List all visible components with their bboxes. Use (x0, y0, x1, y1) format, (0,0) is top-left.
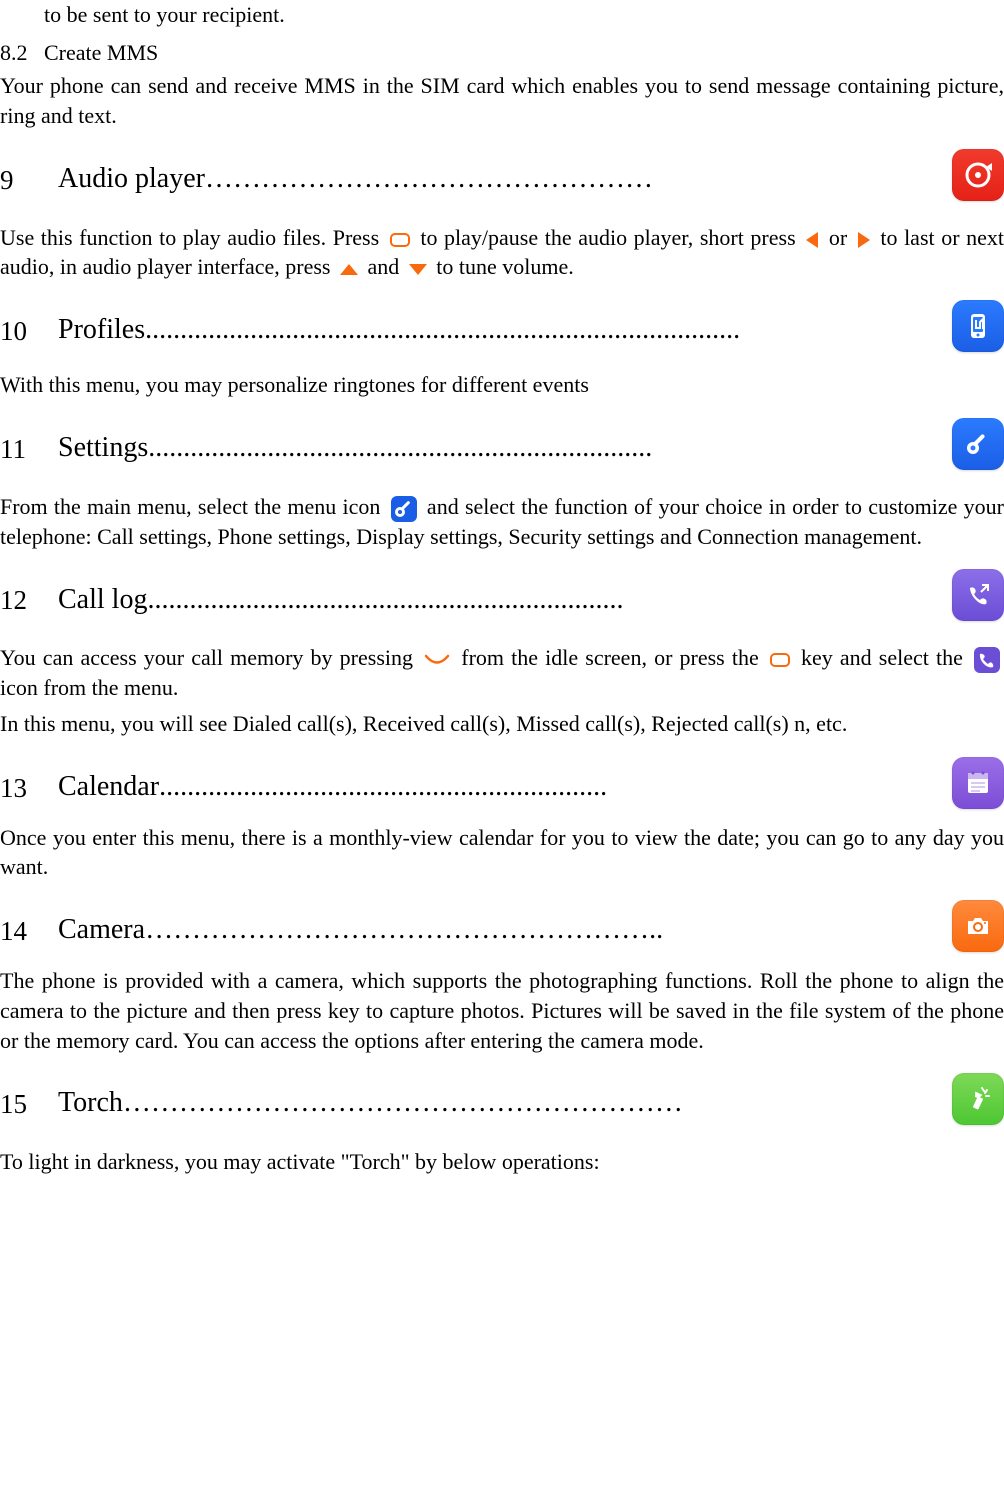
section-15-heading: 15 Torch …………………………………………………… (0, 1073, 1004, 1125)
section-title: Calendar (58, 768, 159, 806)
subsection-number: 8.2 (0, 38, 44, 68)
leader-dots: ........................................… (159, 768, 938, 806)
section-13-heading: 13 Calendar ............................… (0, 757, 1004, 809)
leader-dots: ………………………………………… (205, 160, 938, 198)
section-number: 9 (0, 152, 58, 198)
audio-player-icon (952, 149, 1004, 201)
leader-dots: ........................................… (145, 311, 938, 349)
section-title: Torch (58, 1084, 123, 1122)
continuation-text: to be sent to your recipient. (0, 0, 1004, 30)
text: key and select the (794, 645, 970, 670)
section-title: Call log (58, 581, 147, 619)
leader-dots: …………………………………………………… (123, 1084, 938, 1122)
text: From the main menu, select the menu icon (0, 494, 387, 519)
section-12-heading: 12 Call log ............................… (0, 569, 1004, 621)
calllog-body-2: In this menu, you will see Dialed call(s… (0, 709, 1004, 739)
subsection-title: Create MMS (44, 40, 158, 65)
section-title: Settings (58, 429, 148, 467)
calllog-body-1: You can access your call memory by press… (0, 643, 1004, 703)
torch-body: To light in darkness, you may activate "… (0, 1147, 1004, 1177)
section-number: 15 (0, 1076, 58, 1122)
section-10-heading: 10 Profiles ............................… (0, 300, 1004, 352)
text: icon from the menu. (0, 675, 178, 700)
call-key-icon (424, 653, 450, 667)
calendar-body: Once you enter this menu, there is a mon… (0, 823, 1004, 882)
leader-dots: ........................................… (147, 581, 938, 619)
ok-key-icon (770, 653, 790, 667)
section-number: 11 (0, 421, 58, 467)
settings-menu-icon (391, 496, 417, 522)
down-arrow-icon (409, 264, 427, 275)
subsection-8-2: 8.2Create MMS (0, 38, 1004, 68)
text: or (822, 225, 854, 250)
settings-body: From the main menu, select the menu icon… (0, 492, 1004, 552)
section-number: 12 (0, 572, 58, 618)
torch-icon (952, 1073, 1004, 1125)
section-9-heading: 9 Audio player ………………………………………… (0, 149, 1004, 201)
section-11-heading: 11 Settings ............................… (0, 418, 1004, 470)
section-number: 10 (0, 303, 58, 349)
text: to tune volume. (431, 254, 574, 279)
text: from the idle screen, or press the (454, 645, 766, 670)
text: You can access your call memory by press… (0, 645, 420, 670)
call-log-menu-icon (974, 647, 1000, 673)
profiles-icon (952, 300, 1004, 352)
audio-body: Use this function to play audio files. P… (0, 223, 1004, 282)
section-title: Audio player (58, 160, 205, 198)
mms-body: Your phone can send and receive MMS in t… (0, 71, 1004, 130)
ok-key-icon (390, 233, 410, 247)
section-number: 14 (0, 903, 58, 949)
text: and (362, 254, 405, 279)
section-title: Camera (58, 911, 145, 949)
camera-icon (952, 900, 1004, 952)
section-14-heading: 14 Camera ……………………………………………….. (0, 900, 1004, 952)
section-number: 13 (0, 760, 58, 806)
calendar-icon (952, 757, 1004, 809)
text: Use this function to play audio files. P… (0, 225, 386, 250)
right-arrow-icon (858, 232, 870, 248)
leader-dots: ........................................… (148, 429, 938, 467)
up-arrow-icon (340, 264, 358, 275)
profiles-body: With this menu, you may personalize ring… (0, 370, 1004, 400)
section-title: Profiles (58, 311, 145, 349)
left-arrow-icon (806, 232, 818, 248)
call-log-icon (952, 569, 1004, 621)
settings-icon (952, 418, 1004, 470)
camera-body: The phone is provided with a camera, whi… (0, 966, 1004, 1055)
leader-dots: ……………………………………………….. (145, 911, 938, 949)
text: to play/pause the audio player, short pr… (414, 225, 803, 250)
